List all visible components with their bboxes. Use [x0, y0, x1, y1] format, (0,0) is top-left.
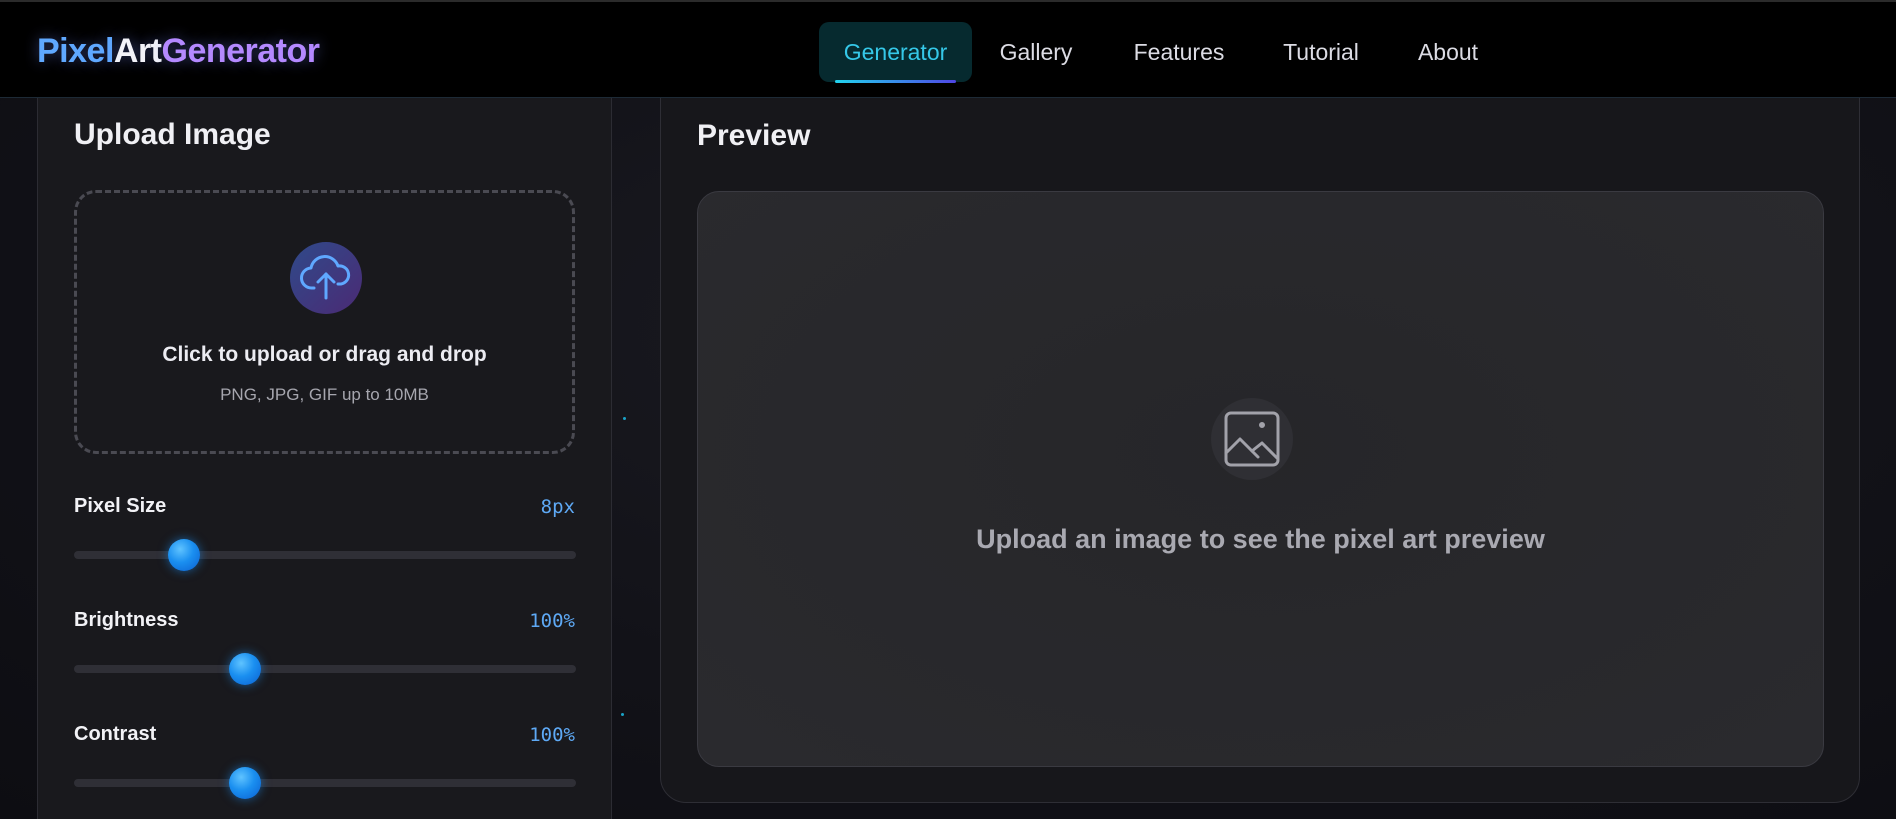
decorative-particle: [623, 417, 626, 420]
dropzone-subtitle: PNG, JPG, GIF up to 10MB: [220, 385, 429, 404]
nav-item-features[interactable]: Features: [1112, 22, 1246, 82]
logo-part-generator: Generator: [161, 32, 321, 70]
dropzone-title: Click to upload or drag and drop: [162, 343, 487, 366]
preview-area: Upload an image to see the pixel art pre…: [697, 191, 1824, 767]
nav-item-generator[interactable]: Generator: [819, 22, 972, 83]
upload-panel: Upload Image Click to upload or drag and…: [37, 98, 612, 819]
upload-panel-title: Upload Image: [74, 118, 271, 151]
brightness-slider-thumb[interactable]: [228, 653, 261, 685]
upload-dropzone[interactable]: Click to upload or drag and drop PNG, JP…: [74, 190, 575, 454]
contrast-value: 100%: [529, 724, 575, 746]
app-logo[interactable]: PixelArtGenerator: [37, 32, 320, 71]
preview-panel: Preview Upload an image to see the pixel…: [660, 86, 1860, 803]
nav-item-gallery[interactable]: Gallery: [978, 22, 1094, 82]
cloud-upload-icon: [290, 242, 362, 314]
contrast-slider-thumb[interactable]: [228, 767, 261, 799]
brightness-slider[interactable]: [74, 653, 576, 685]
brightness-label: Brightness: [74, 609, 179, 631]
preview-empty-message: Upload an image to see the pixel art pre…: [976, 524, 1545, 554]
nav-item-about[interactable]: About: [1386, 22, 1510, 82]
brightness-value: 100%: [529, 610, 575, 632]
image-icon: [1211, 398, 1293, 480]
decorative-particle: [621, 713, 624, 716]
logo-part-pixel: Pixel: [37, 32, 114, 70]
pixel-size-value: 8px: [540, 496, 575, 518]
contrast-label: Contrast: [74, 723, 157, 745]
nav-item-tutorial[interactable]: Tutorial: [1256, 22, 1386, 82]
pixel-size-slider[interactable]: [74, 539, 576, 571]
pixel-size-label: Pixel Size: [74, 495, 167, 517]
preview-panel-title: Preview: [697, 119, 811, 152]
logo-part-art: Art: [113, 32, 162, 70]
pixel-size-slider-thumb[interactable]: [168, 539, 201, 571]
contrast-slider[interactable]: [74, 767, 576, 799]
top-navbar: PixelArtGenerator Generator Gallery Feat…: [0, 0, 1896, 98]
